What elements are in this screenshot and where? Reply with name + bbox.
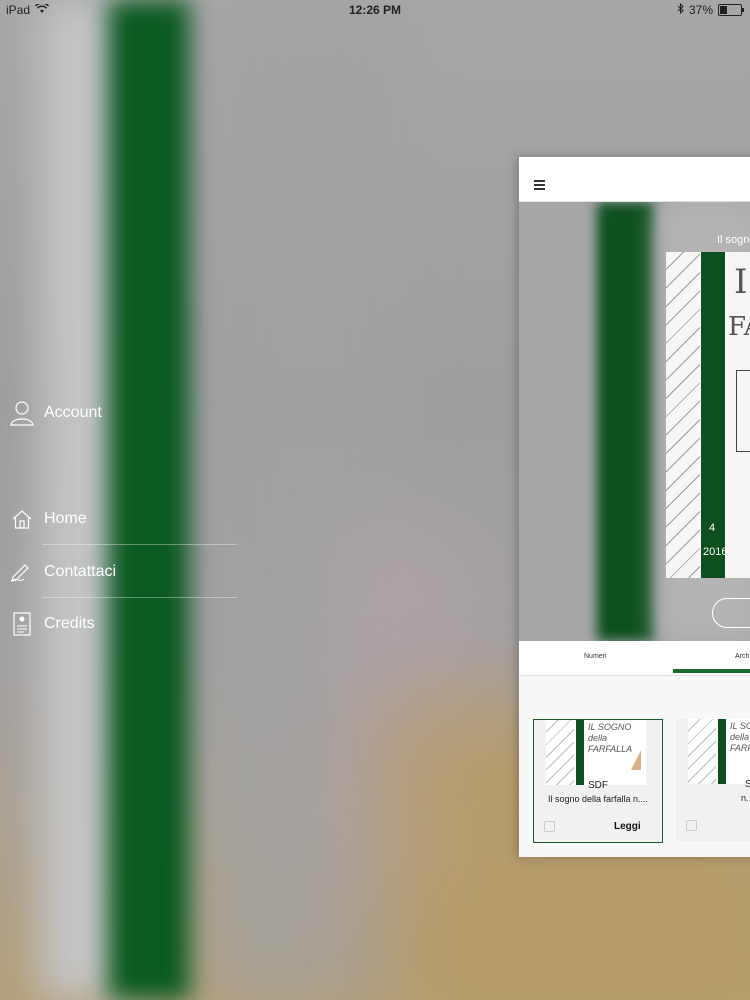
hero-banner: Il sogno I FA 4 2016 xyxy=(519,202,750,641)
menu-home[interactable]: Home xyxy=(10,507,87,531)
menu-account[interactable]: Account xyxy=(10,401,102,426)
menu-contattaci[interactable]: Contattaci xyxy=(10,560,116,584)
menu-credits-label: Credits xyxy=(44,615,95,632)
battery-percent: 37% xyxy=(688,3,713,17)
document-icon xyxy=(10,612,34,636)
select-checkbox[interactable] xyxy=(686,820,697,831)
app-panel[interactable]: Il sogno I FA 4 2016 Numeri Arch IL SOGN… xyxy=(519,157,750,857)
menu-divider xyxy=(42,597,237,598)
issue-brand: SDF xyxy=(588,780,608,791)
tab-numeri[interactable]: Numeri xyxy=(584,653,607,660)
bluetooth-icon xyxy=(677,2,684,17)
cover-issue-number: 4 xyxy=(709,522,716,534)
user-icon xyxy=(10,401,34,426)
issues-list: IL SOGNO della FARFALLA SDF Il sogno del… xyxy=(519,676,750,857)
app-navbar xyxy=(519,157,750,202)
issue-title: Il sogno della farfalla n.... xyxy=(547,794,649,804)
status-bar: iPad 12:26 PM 37% xyxy=(0,0,750,20)
menu-home-label: Home xyxy=(44,510,87,527)
issue-title: n. 3-20 xyxy=(740,793,750,803)
menu-account-label: Account xyxy=(44,404,102,421)
cover-sketch-text: I xyxy=(734,262,748,302)
issue-brand: SDF xyxy=(745,779,750,790)
issue-thumbnail: IL SOGNO della FARFALLA xyxy=(546,720,646,785)
issue-card[interactable]: IL SOGNO della FARFALLA SDF Il sogno del… xyxy=(533,719,663,843)
tab-active-indicator xyxy=(673,669,750,673)
battery-icon xyxy=(718,4,744,16)
select-checkbox[interactable] xyxy=(544,821,555,832)
hero-title: Il sogno xyxy=(717,234,750,246)
clock: 12:26 PM xyxy=(348,3,402,17)
menu-divider xyxy=(42,544,237,545)
tab-archivio[interactable]: Arch xyxy=(735,653,749,660)
cover-year: 2016 xyxy=(703,546,728,558)
thumb-title: IL SOGNO della FARFALLA xyxy=(730,721,750,753)
home-icon xyxy=(10,507,34,531)
menu-credits[interactable]: Credits xyxy=(10,612,95,636)
issue-thumbnail: IL SOGNO della FARFALLA xyxy=(688,719,750,784)
cover-sketch-text: FA xyxy=(728,312,750,342)
hamburger-menu-icon[interactable] xyxy=(534,180,545,192)
magazine-cover[interactable]: I FA 4 2016 xyxy=(666,252,750,578)
read-button[interactable]: Leggi xyxy=(614,821,641,832)
menu-contattaci-label: Contattaci xyxy=(44,563,117,580)
issue-card[interactable]: IL SOGNO della FARFALLA SDF n. 3-20 xyxy=(676,719,750,841)
hero-action-button[interactable] xyxy=(712,598,750,628)
tab-bar: Numeri Arch xyxy=(519,643,750,676)
pen-icon xyxy=(10,560,34,584)
